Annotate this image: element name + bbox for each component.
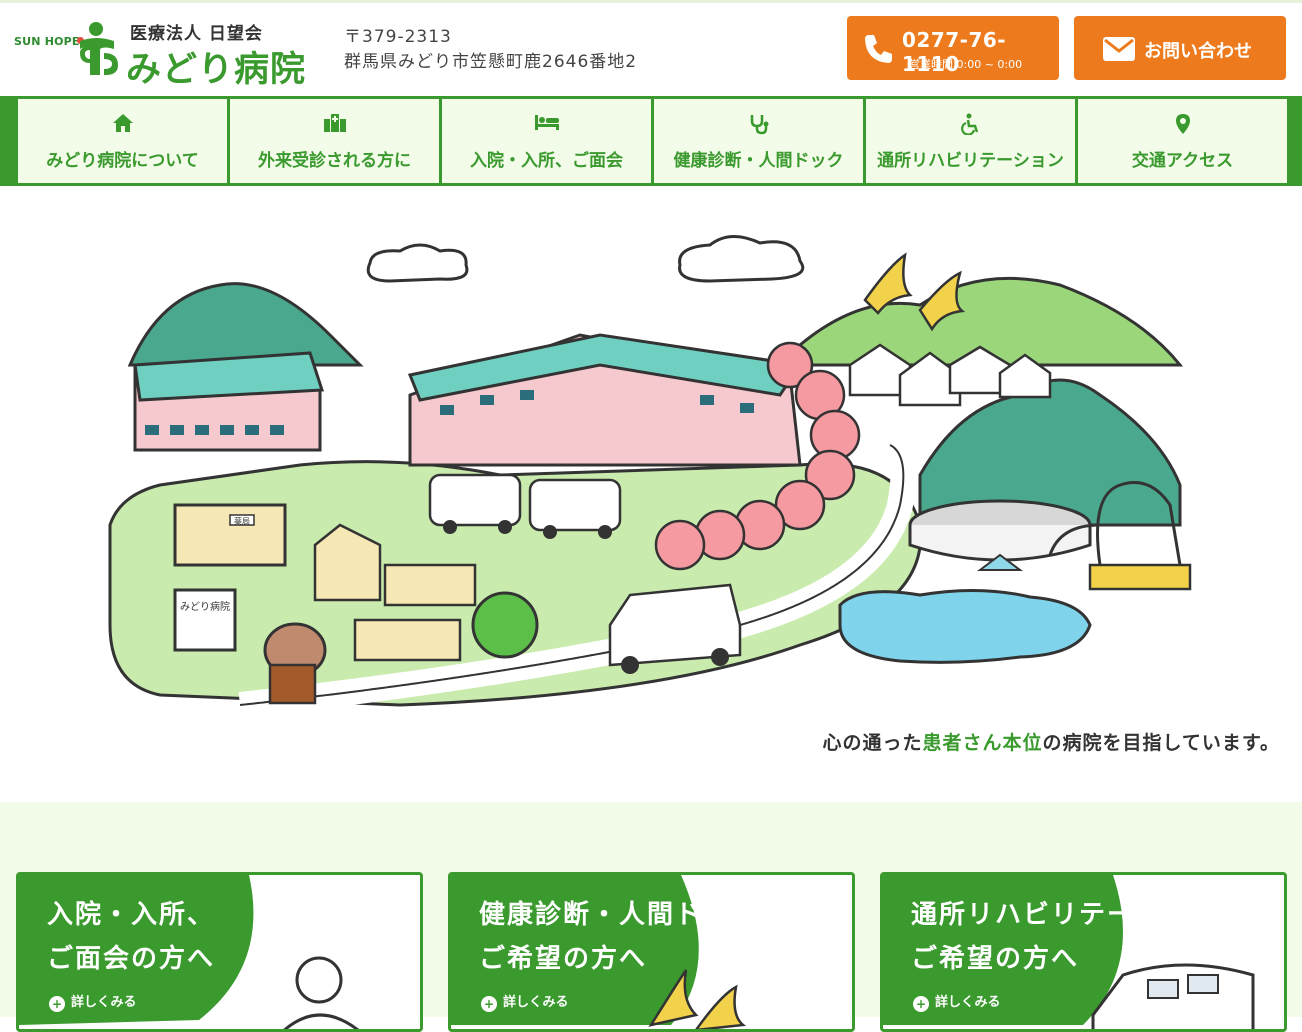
- phone-icon: [865, 35, 892, 63]
- wheelchair-icon: [866, 113, 1075, 136]
- pharmacy-building-illustration: [173, 503, 287, 567]
- mail-icon: [1103, 37, 1135, 61]
- contact-button[interactable]: お問い合わせ: [1074, 16, 1286, 80]
- hospital-icon: [230, 113, 439, 135]
- card-more-link[interactable]: + 詳しくみる: [913, 991, 1001, 1012]
- logo-sunhope-text: SUN HOPE: [14, 35, 80, 48]
- business-hours: 営業時間 0:00 ~ 0:00: [909, 58, 1023, 71]
- site-logo[interactable]: SUN HOPE 医療法人 日望会 みどり病院: [14, 17, 324, 90]
- tagline-text: 心の通った: [822, 732, 923, 754]
- tagline-text: の病院を目指しています。: [1042, 732, 1280, 754]
- home-icon: [18, 113, 227, 135]
- plus-icon: +: [49, 996, 65, 1012]
- nav-label: 通所リハビリテーション: [877, 151, 1064, 171]
- stethoscope-icon: [654, 113, 863, 135]
- signboard-text: みどり病院: [180, 600, 230, 613]
- postal-code: 〒379-2313: [344, 27, 452, 47]
- more-label: 詳しくみる: [503, 995, 569, 1010]
- hero-illustration: 薬局 みどり病院: [108, 235, 1192, 718]
- card-more-link[interactable]: + 詳しくみる: [49, 991, 137, 1012]
- street-address: 群馬県みどり市笠懸町鹿2646番地2: [344, 52, 638, 72]
- nav-item-admission[interactable]: 入院・入所、ご面会: [442, 99, 651, 183]
- more-label: 詳しくみる: [71, 995, 137, 1010]
- cloud-illustration: [366, 243, 469, 283]
- hospital-address: 〒379-2313 群馬県みどり市笠懸町鹿2646番地2: [344, 25, 637, 75]
- plus-icon: +: [481, 996, 497, 1012]
- card-title-line: ご希望の方へ: [911, 944, 1080, 974]
- card-title-line: 健康診断・人間ドックを: [479, 900, 788, 930]
- card-admission[interactable]: 入院・入所、 ご面会の方へ + 詳しくみる: [16, 872, 423, 1032]
- card-more-link[interactable]: + 詳しくみる: [481, 991, 569, 1012]
- card-title: 通所リハビリテーションを ご希望の方へ: [911, 893, 1246, 981]
- card-checkup[interactable]: 健康診断・人間ドックを ご希望の方へ + 詳しくみる: [448, 872, 855, 1032]
- pharmacy-sign: 薬局: [234, 516, 250, 526]
- card-title-line: ご希望の方へ: [479, 944, 648, 974]
- map-pin-icon: [1078, 113, 1287, 135]
- phone-button[interactable]: 0277-76-1110 営業時間 0:00 ~ 0:00: [847, 16, 1059, 80]
- more-label: 詳しくみる: [935, 995, 1001, 1010]
- nav-label: 交通アクセス: [1131, 151, 1234, 171]
- bed-icon: [442, 113, 651, 135]
- mountain-illustration: [127, 282, 364, 367]
- card-title-line: 通所リハビリテーションを: [911, 900, 1247, 930]
- contact-label: お問い合わせ: [1144, 41, 1252, 62]
- nav-label: 入院・入所、ご面会: [470, 151, 623, 171]
- nav-item-outpatient[interactable]: 外来受診される方に: [230, 99, 439, 183]
- nav-item-about[interactable]: みどり病院について: [18, 99, 227, 183]
- pond-illustration: [838, 588, 1092, 664]
- nav-item-checkup[interactable]: 健康診断・人間ドック: [654, 99, 863, 183]
- global-nav: みどり病院について 外来受診される方に 入院・入所、ご面会 健康診断・人間ドック…: [0, 96, 1302, 186]
- card-title: 健康診断・人間ドックを ご希望の方へ: [479, 893, 787, 981]
- logo-mark-icon: [80, 22, 118, 75]
- nav-label: 健康診断・人間ドック: [673, 151, 844, 171]
- hero-tagline: 心の通った患者さん本位の病院を目指しています。: [822, 728, 1280, 755]
- nav-label: みどり病院について: [46, 151, 199, 171]
- nav-label: 外来受診される方に: [258, 151, 411, 171]
- card-title: 入院・入所、 ご面会の方へ: [47, 893, 215, 981]
- tagline-highlight: 患者さん本位: [922, 732, 1043, 754]
- card-rehab[interactable]: 通所リハビリテーションを ご希望の方へ + 詳しくみる: [880, 872, 1287, 1032]
- signboard-illustration: [173, 588, 237, 652]
- plus-icon: +: [913, 996, 929, 1012]
- logo-hospital-name: みどり病院: [126, 50, 307, 90]
- cloud-illustration: [678, 235, 805, 283]
- card-title-line: 入院・入所、: [47, 900, 216, 930]
- card-title-line: ご面会の方へ: [47, 944, 216, 974]
- site-header: SUN HOPE 医療法人 日望会 みどり病院 〒379-2313 群馬県みどり…: [0, 3, 1302, 96]
- nav-item-rehab[interactable]: 通所リハビリテーション: [866, 99, 1075, 183]
- nav-item-access[interactable]: 交通アクセス: [1078, 99, 1287, 183]
